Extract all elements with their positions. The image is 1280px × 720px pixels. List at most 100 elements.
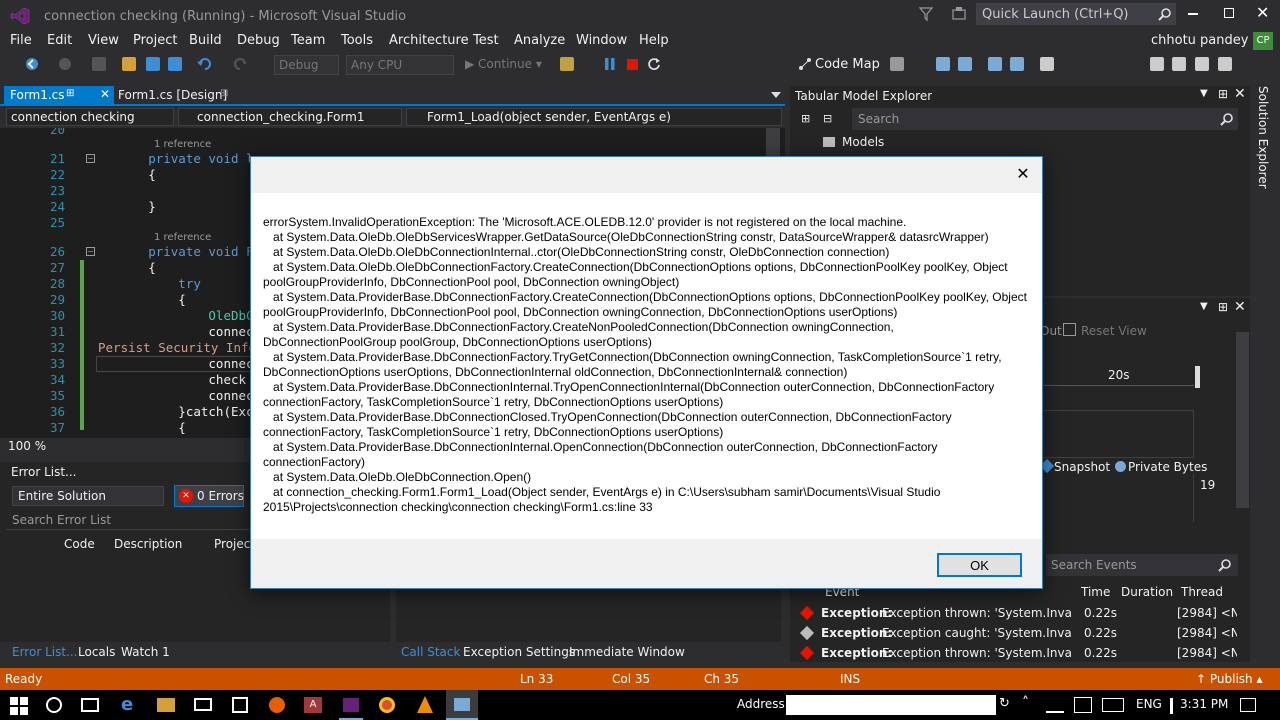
camera-icon[interactable] xyxy=(1172,57,1186,71)
codelens-reference[interactable]: 1 reference xyxy=(154,232,211,243)
user-name[interactable]: chhotu pandey xyxy=(1151,33,1248,48)
config-select[interactable]: Debug xyxy=(274,55,339,75)
platform-select[interactable]: Any CPU xyxy=(346,55,454,75)
tray-overflow-icon[interactable]: ˄ xyxy=(1022,695,1029,711)
member-dropdown[interactable]: Form1_Load(object sender, EventArgs e) xyxy=(406,108,782,126)
tab-call-stack[interactable]: Call Stack xyxy=(401,645,460,659)
collapse-icon[interactable]: − xyxy=(86,154,95,163)
private-bytes-legend[interactable]: Private Bytes xyxy=(1128,460,1207,474)
restore-button[interactable] xyxy=(1224,8,1234,18)
menu-file[interactable]: File xyxy=(10,33,32,48)
indent-icon[interactable] xyxy=(988,57,1002,71)
running-app-taskbar-button[interactable] xyxy=(446,690,478,720)
solution-explorer-tab[interactable]: Solution Explorer xyxy=(1254,86,1274,206)
store-icon[interactable] xyxy=(232,697,248,713)
timeline-handle[interactable] xyxy=(1195,366,1200,388)
filter-icon[interactable] xyxy=(918,6,934,22)
forward-icon[interactable] xyxy=(58,57,72,71)
menu-analyze[interactable]: Analyze xyxy=(514,33,565,48)
tab-exception-settings[interactable]: Exception Settings xyxy=(463,645,575,659)
dropdown-icon[interactable]: ▼ xyxy=(1200,301,1208,312)
publish-button[interactable]: ↑ Publish ▴ xyxy=(1196,672,1263,686)
vlc-icon[interactable] xyxy=(417,696,433,713)
tab-watch-1[interactable]: Watch 1 xyxy=(121,645,170,659)
snapshot-legend[interactable]: Snapshot xyxy=(1054,460,1110,474)
event-row[interactable]: Exception: Exception thrown: 'System.Inv… xyxy=(796,603,1248,623)
column-header-code[interactable]: Code xyxy=(64,537,95,551)
close-window-button[interactable]: ✕ xyxy=(1256,3,1269,22)
save-icon[interactable] xyxy=(146,57,160,71)
tabular-search-input[interactable]: Search xyxy=(852,108,1238,130)
column-header-description[interactable]: Description xyxy=(114,537,182,551)
menu-project[interactable]: Project xyxy=(133,33,177,48)
tab-form1-design[interactable]: Form1.cs [Design] ⊞ xyxy=(114,86,234,106)
export-icon[interactable] xyxy=(1150,57,1164,71)
search-events-input[interactable]: Search Events xyxy=(1046,554,1238,576)
zoom-level[interactable]: 100 % xyxy=(8,439,46,453)
visual-studio-taskbar-button[interactable] xyxy=(339,690,363,720)
ok-button[interactable]: OK xyxy=(937,553,1022,577)
tab-immediate-window[interactable]: Immediate Window xyxy=(569,645,685,659)
feedback-icon[interactable] xyxy=(950,6,968,22)
column-header-time[interactable]: Time xyxy=(1081,585,1110,599)
menu-edit[interactable]: Edit xyxy=(47,33,72,48)
reset-view-button[interactable]: Reset View xyxy=(1081,324,1147,338)
models-node[interactable]: Models xyxy=(842,135,884,149)
task-view-icon[interactable] xyxy=(81,698,99,712)
close-panel-icon[interactable]: ✕ xyxy=(1234,86,1246,102)
layout-icon[interactable] xyxy=(936,57,950,71)
dropdown-icon[interactable]: ▼ xyxy=(1200,88,1208,99)
address-input[interactable] xyxy=(786,695,996,715)
stop-icon[interactable] xyxy=(627,59,638,70)
project-dropdown[interactable]: connection checking xyxy=(6,108,174,126)
layout-2-icon[interactable] xyxy=(958,57,972,71)
breakpoint-toggle-icon[interactable] xyxy=(890,57,904,71)
menu-view[interactable]: View xyxy=(88,33,119,48)
tab-form1-cs[interactable]: Form1.cs ⊞ ✕ xyxy=(4,86,114,106)
collapse-icon[interactable]: − xyxy=(86,247,95,256)
mail-icon[interactable] xyxy=(194,698,212,711)
image-icon[interactable] xyxy=(1195,57,1209,71)
save-all-icon[interactable] xyxy=(168,57,182,71)
quick-launch-input[interactable]: Quick Launch (Ctrl+Q) xyxy=(976,3,1176,25)
close-tab-icon[interactable]: ✕ xyxy=(100,87,110,101)
menu-architecture[interactable]: Architecture xyxy=(389,33,469,48)
windows-start-icon[interactable] xyxy=(10,697,28,715)
zoom-out-label[interactable]: Out xyxy=(1040,324,1062,338)
search-icon[interactable] xyxy=(1220,112,1234,126)
back-icon[interactable] xyxy=(25,57,39,71)
pin-icon[interactable]: ⊞ xyxy=(220,88,228,99)
edge-icon[interactable]: e xyxy=(121,696,137,714)
new-project-icon[interactable] xyxy=(92,57,106,71)
process-icon[interactable] xyxy=(560,57,574,71)
tab-overflow-icon[interactable] xyxy=(771,92,781,98)
menu-build[interactable]: Build xyxy=(189,33,222,48)
menu-window[interactable]: Window xyxy=(576,33,627,48)
tab-locals[interactable]: Locals xyxy=(78,645,115,659)
notifications-icon[interactable] xyxy=(1240,698,1256,712)
open-file-icon[interactable] xyxy=(122,57,136,71)
cortana-icon[interactable] xyxy=(46,697,62,713)
search-icon[interactable] xyxy=(1218,558,1232,572)
continue-button[interactable]: ▶ Continue ▾ xyxy=(465,57,542,71)
pen-icon[interactable] xyxy=(1074,697,1092,713)
menu-help[interactable]: Help xyxy=(639,33,669,48)
search-icon[interactable] xyxy=(1158,7,1172,21)
user-avatar[interactable]: CP xyxy=(1253,32,1273,50)
codelens-reference[interactable]: 1 reference xyxy=(154,139,211,150)
keyboard-icon[interactable] xyxy=(1102,698,1124,712)
pin-icon[interactable]: ⊞ xyxy=(1218,300,1228,314)
menu-debug[interactable]: Debug xyxy=(237,33,280,48)
column-header-thread[interactable]: Thread xyxy=(1181,585,1223,599)
bookmark-icon[interactable] xyxy=(1040,57,1054,71)
code-map-icon[interactable] xyxy=(798,57,812,71)
address-go-icon[interactable]: ↻ xyxy=(999,696,1015,714)
tab-error-list[interactable]: Error List... xyxy=(12,645,77,659)
undo-icon[interactable] xyxy=(197,57,213,71)
minimize-button[interactable] xyxy=(1188,13,1198,15)
class-dropdown[interactable]: connection_checking.Form1 xyxy=(178,108,402,126)
diagnostics-scrollbar[interactable] xyxy=(1236,332,1249,508)
screen-icon[interactable] xyxy=(1218,57,1232,71)
column-header-project[interactable]: Project xyxy=(214,537,255,551)
restart-icon[interactable] xyxy=(647,57,661,71)
